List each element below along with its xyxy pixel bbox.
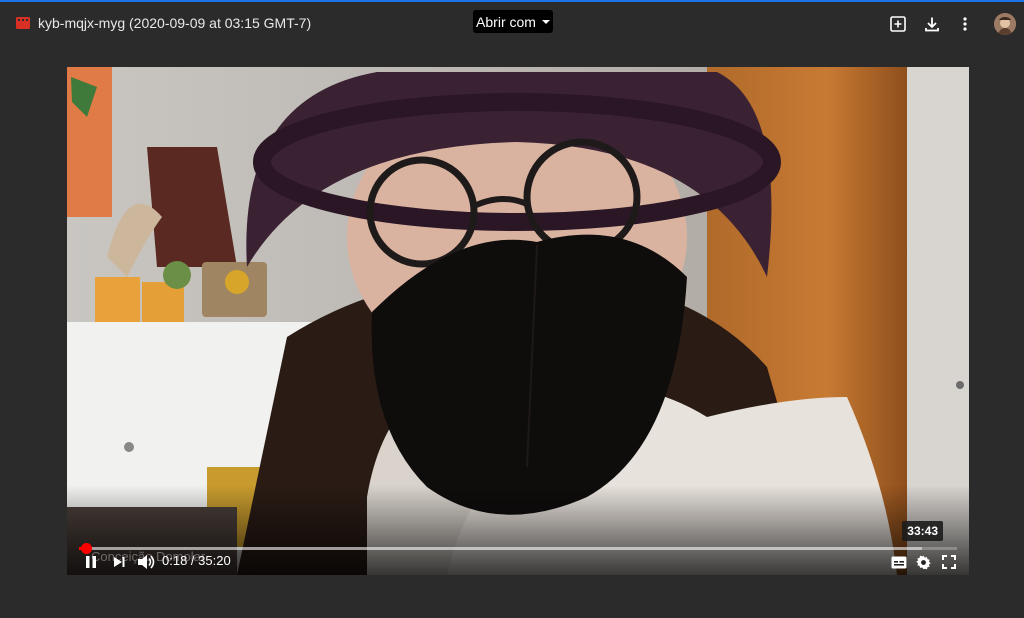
current-time: 0:18 bbox=[162, 553, 188, 568]
add-to-drive-icon[interactable] bbox=[888, 14, 908, 34]
progress-bar[interactable] bbox=[79, 543, 957, 554]
fullscreen-icon[interactable] bbox=[939, 552, 959, 572]
playback-time: 0:18 / 35:20 bbox=[162, 553, 231, 568]
volume-icon[interactable] bbox=[135, 552, 157, 572]
open-with-button[interactable]: Abrir com bbox=[473, 10, 553, 33]
duration: 35:20 bbox=[198, 553, 231, 568]
pause-icon[interactable] bbox=[81, 552, 101, 572]
hover-time-tooltip: 33:43 bbox=[902, 521, 943, 541]
settings-gear-icon[interactable] bbox=[913, 552, 933, 572]
caret-down-icon bbox=[541, 19, 550, 24]
video-player[interactable]: 33:43 Conceição Domolar 0:18 / 35:20 bbox=[67, 67, 969, 575]
video-file-icon bbox=[16, 16, 30, 29]
download-icon[interactable] bbox=[922, 14, 942, 34]
open-with-label: Abrir com bbox=[476, 13, 536, 30]
progress-buffer bbox=[79, 547, 922, 550]
more-vert-icon[interactable] bbox=[955, 14, 975, 34]
file-title: kyb-mqjx-myg (2020-09-09 at 03:15 GMT-7) bbox=[38, 15, 312, 31]
next-icon[interactable] bbox=[109, 552, 129, 572]
avatar[interactable] bbox=[994, 13, 1016, 35]
viewer-header: kyb-mqjx-myg (2020-09-09 at 03:15 GMT-7)… bbox=[0, 2, 1024, 44]
time-separator: / bbox=[187, 553, 199, 568]
captions-icon[interactable] bbox=[889, 552, 909, 572]
